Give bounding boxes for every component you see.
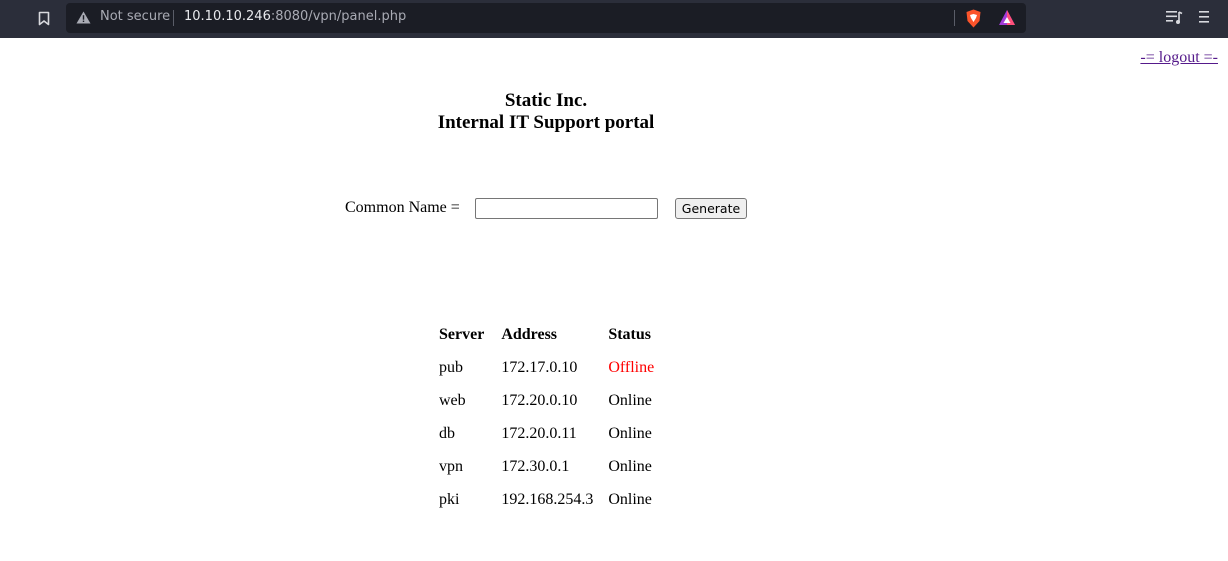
table-row: pki 192.168.254.3 Online	[436, 483, 666, 516]
server-name: web	[439, 391, 466, 409]
server-status: Online	[608, 490, 652, 508]
company-title: Static Inc.	[504, 90, 588, 111]
icon-separator	[954, 10, 955, 26]
table-row: web 172.20.0.10 Online	[436, 384, 666, 417]
table-row: vpn 172.30.0.1 Online	[436, 450, 666, 483]
portal-title: Internal IT Support portal	[437, 112, 655, 133]
browser-toolbar: Not secure 10.10.10.246:8080/vpn/panel.p…	[0, 0, 1228, 38]
url-separator	[173, 10, 174, 26]
table-row: pub 172.17.0.10 Offline	[436, 351, 666, 384]
common-name-input[interactable]	[475, 198, 658, 219]
table-row: db 172.20.0.11 Online	[436, 417, 666, 450]
server-address: 172.20.0.11	[501, 424, 577, 442]
logout-link[interactable]: -= logout =-	[1140, 49, 1218, 67]
server-name: db	[439, 424, 455, 442]
server-status: Online	[608, 391, 652, 409]
server-address: 172.20.0.10	[501, 391, 578, 409]
warning-icon[interactable]	[76, 11, 92, 25]
url-text[interactable]: 10.10.10.246:8080/vpn/panel.php	[184, 9, 406, 24]
server-address: 192.168.254.3	[501, 490, 594, 508]
server-address: 172.30.0.1	[501, 457, 570, 475]
brave-rewards-icon[interactable]	[998, 9, 1016, 31]
url-host: 10.10.10.246	[184, 9, 271, 24]
playlist-icon[interactable]	[1166, 10, 1183, 30]
server-name: pub	[439, 358, 463, 376]
column-header-status: Status	[608, 325, 651, 343]
server-status: Online	[608, 457, 652, 475]
generate-button[interactable]: Generate	[675, 198, 747, 219]
url-path: :8080/vpn/panel.php	[270, 9, 407, 24]
server-address: 172.17.0.10	[501, 358, 578, 376]
bookmark-icon[interactable]	[36, 9, 52, 27]
menu-icon[interactable]	[1198, 10, 1210, 29]
security-status[interactable]: Not secure	[100, 9, 170, 24]
column-header-server: Server	[439, 325, 485, 343]
server-name: pki	[439, 490, 460, 508]
server-status: Online	[608, 424, 652, 442]
address-bar[interactable]: Not secure 10.10.10.246:8080/vpn/panel.p…	[66, 3, 1026, 33]
server-status-table: Server Address Status pub 172.17.0.10 Of…	[436, 318, 666, 516]
brave-shield-icon[interactable]	[965, 9, 982, 33]
server-name: vpn	[439, 457, 463, 475]
table-header-row: Server Address Status	[436, 318, 666, 351]
column-header-address: Address	[501, 325, 558, 343]
common-name-label: Common Name =	[345, 199, 460, 216]
server-status: Offline	[608, 358, 655, 376]
